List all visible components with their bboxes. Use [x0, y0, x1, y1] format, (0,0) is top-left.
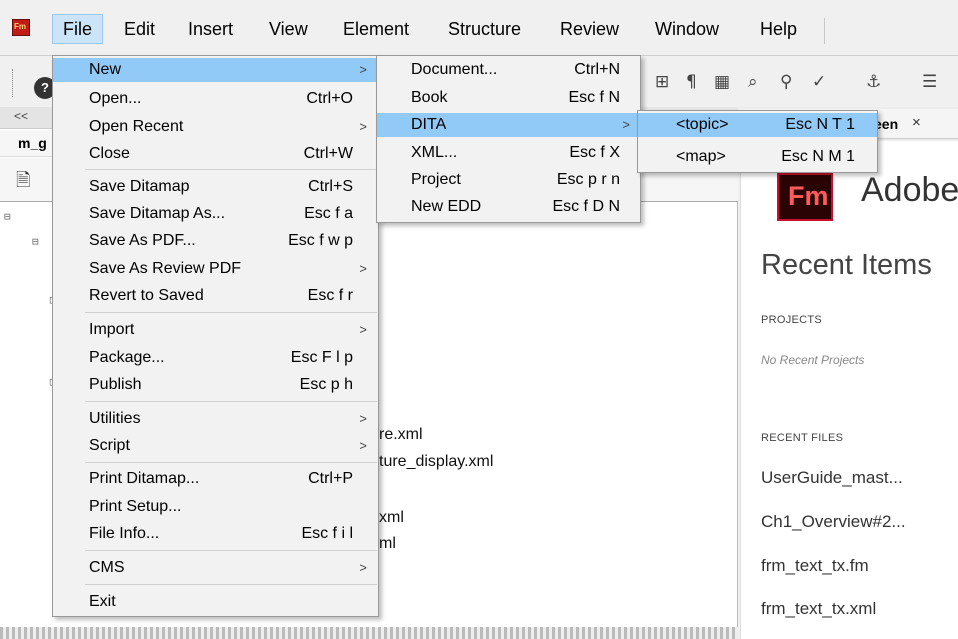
menu-item-document[interactable]: Document... Ctrl+N	[377, 58, 640, 82]
dita-submenu: <topic> Esc N T 1 <map> Esc N M 1	[637, 110, 878, 173]
tree-expand-icon[interactable]: ⊟	[32, 235, 39, 248]
spellcheck-icon[interactable]: ✓	[812, 72, 826, 92]
menu-bar: Fm File Edit Insert View Element Structu…	[0, 0, 958, 56]
submenu-arrow-icon: >	[359, 411, 367, 426]
anchor-icon[interactable]: ⚓	[866, 72, 881, 92]
menu-item-utilities[interactable]: Utilities >	[53, 407, 378, 431]
app-logo-text: Fm	[14, 22, 26, 31]
menu-item-publish[interactable]: Publish Esc p h	[53, 373, 378, 397]
menu-item-save-ditamap-as[interactable]: Save Ditamap As... Esc f a	[53, 202, 378, 226]
menu-item-save-ditamap[interactable]: Save Ditamap Ctrl+S	[53, 175, 378, 199]
recent-file-link[interactable]: frm_text_tx.xml	[761, 599, 876, 619]
menu-item-script[interactable]: Script >	[53, 434, 378, 458]
submenu-arrow-icon: >	[359, 438, 367, 453]
tree-expand-icon[interactable]: ⊟	[4, 210, 11, 223]
welcome-screen: Fm Adobe Recent Items PROJECTS No Recent…	[740, 141, 958, 639]
menu-file[interactable]: File	[52, 14, 104, 44]
menu-item-print-setup[interactable]: Print Setup...	[53, 495, 378, 519]
recent-file-link[interactable]: frm_text_tx.fm	[761, 556, 869, 576]
recent-file-link[interactable]: Ch1_Overview#2...	[761, 512, 906, 532]
submenu-arrow-icon: >	[622, 117, 630, 132]
menu-item-new-edd[interactable]: New EDD Esc f D N	[377, 195, 640, 219]
menu-item-open-recent[interactable]: Open Recent >	[53, 115, 378, 139]
menu-item-xml[interactable]: XML... Esc f X	[377, 141, 640, 165]
find-text-icon[interactable]: ⌕	[748, 72, 758, 92]
app-logo-icon[interactable]: Fm	[12, 19, 30, 36]
tree-item[interactable]: re.xml	[379, 426, 423, 444]
submenu-arrow-icon: >	[359, 261, 367, 276]
brand-text: Adobe	[861, 171, 958, 209]
submenu-arrow-icon: >	[359, 62, 367, 77]
recent-files-label: RECENT FILES	[761, 432, 844, 444]
menu-item-close[interactable]: Close Ctrl+W	[53, 142, 378, 166]
collapse-icon[interactable]: <<	[14, 109, 28, 123]
recent-items-heading: Recent Items	[761, 249, 932, 281]
pane-title: m_g	[18, 135, 47, 151]
menu-item-cms[interactable]: CMS >	[53, 556, 378, 580]
menu-separator	[85, 169, 377, 170]
menu-item-dita[interactable]: DITA >	[377, 113, 640, 137]
menu-item-new[interactable]: New >	[53, 58, 378, 82]
menu-item-book[interactable]: Book Esc f N	[377, 86, 640, 110]
menu-item-file-info[interactable]: File Info... Esc f i l	[53, 522, 378, 546]
framemaker-logo-text: Fm	[788, 181, 829, 211]
menu-item-map[interactable]: <map> Esc N M 1	[638, 145, 877, 169]
menu-separator	[85, 584, 377, 585]
char-format-icon[interactable]: ⊞	[655, 72, 669, 92]
tree-item[interactable]: xml	[379, 509, 404, 527]
menu-structure[interactable]: Structure	[438, 14, 531, 44]
menu-separator	[85, 312, 377, 313]
menu-item-project[interactable]: Project Esc p r n	[377, 168, 640, 192]
recent-file-link[interactable]: UserGuide_mast...	[761, 468, 903, 488]
menu-item-save-as-pdf[interactable]: Save As PDF... Esc f w p	[53, 229, 378, 253]
menu-edit[interactable]: Edit	[114, 14, 165, 44]
menu-separator	[85, 550, 377, 551]
framemaker-logo: Fm	[777, 173, 833, 221]
submenu-arrow-icon: >	[359, 560, 367, 575]
menu-item-open[interactable]: Open... Ctrl+O	[53, 87, 378, 111]
menu-help[interactable]: Help	[750, 14, 807, 44]
menu-insert[interactable]: Insert	[178, 14, 243, 44]
tree-item[interactable]: ml	[379, 535, 396, 553]
menu-separator	[85, 401, 377, 402]
menu-separator	[85, 462, 377, 463]
menu-item-package[interactable]: Package... Esc F l p	[53, 346, 378, 370]
menu-window[interactable]: Window	[645, 14, 729, 44]
menu-item-save-as-review-pdf[interactable]: Save As Review PDF >	[53, 257, 378, 281]
list-icon[interactable]: ☰	[922, 72, 937, 92]
search-icon[interactable]: ⚲	[780, 72, 792, 92]
menu-view[interactable]: View	[259, 14, 318, 44]
status-strip	[0, 627, 738, 639]
menu-item-print-ditamap[interactable]: Print Ditamap... Ctrl+P	[53, 467, 378, 491]
close-icon[interactable]: ×	[912, 114, 921, 131]
menu-item-revert[interactable]: Revert to Saved Esc f r	[53, 284, 378, 308]
no-projects-text: No Recent Projects	[761, 353, 865, 367]
document-icon[interactable]: 🗎	[16, 168, 30, 198]
menu-item-topic[interactable]: <topic> Esc N T 1	[638, 113, 877, 137]
file-menu: New > Open... Ctrl+O Open Recent > Close Ctr…	[52, 55, 379, 617]
welcome-pane: een × Fm Adobe Recent Items PROJECTS No …	[740, 107, 958, 639]
table-format-icon[interactable]: ▦	[714, 72, 730, 92]
menu-element[interactable]: Element	[333, 14, 419, 44]
para-format-icon[interactable]: ¶	[686, 72, 697, 92]
submenu-arrow-icon: >	[359, 119, 367, 134]
menu-item-exit[interactable]: Exit	[53, 590, 378, 614]
tree-item[interactable]: ture_display.xml	[379, 453, 493, 471]
menu-item-import[interactable]: Import >	[53, 318, 378, 342]
toolbar-grip[interactable]	[12, 69, 14, 97]
menubar-divider	[824, 18, 825, 44]
new-submenu: Document... Ctrl+N Book Esc f N DITA > XML.…	[376, 55, 641, 223]
projects-label: PROJECTS	[761, 314, 823, 326]
submenu-arrow-icon: >	[359, 322, 367, 337]
menu-review[interactable]: Review	[550, 14, 629, 44]
